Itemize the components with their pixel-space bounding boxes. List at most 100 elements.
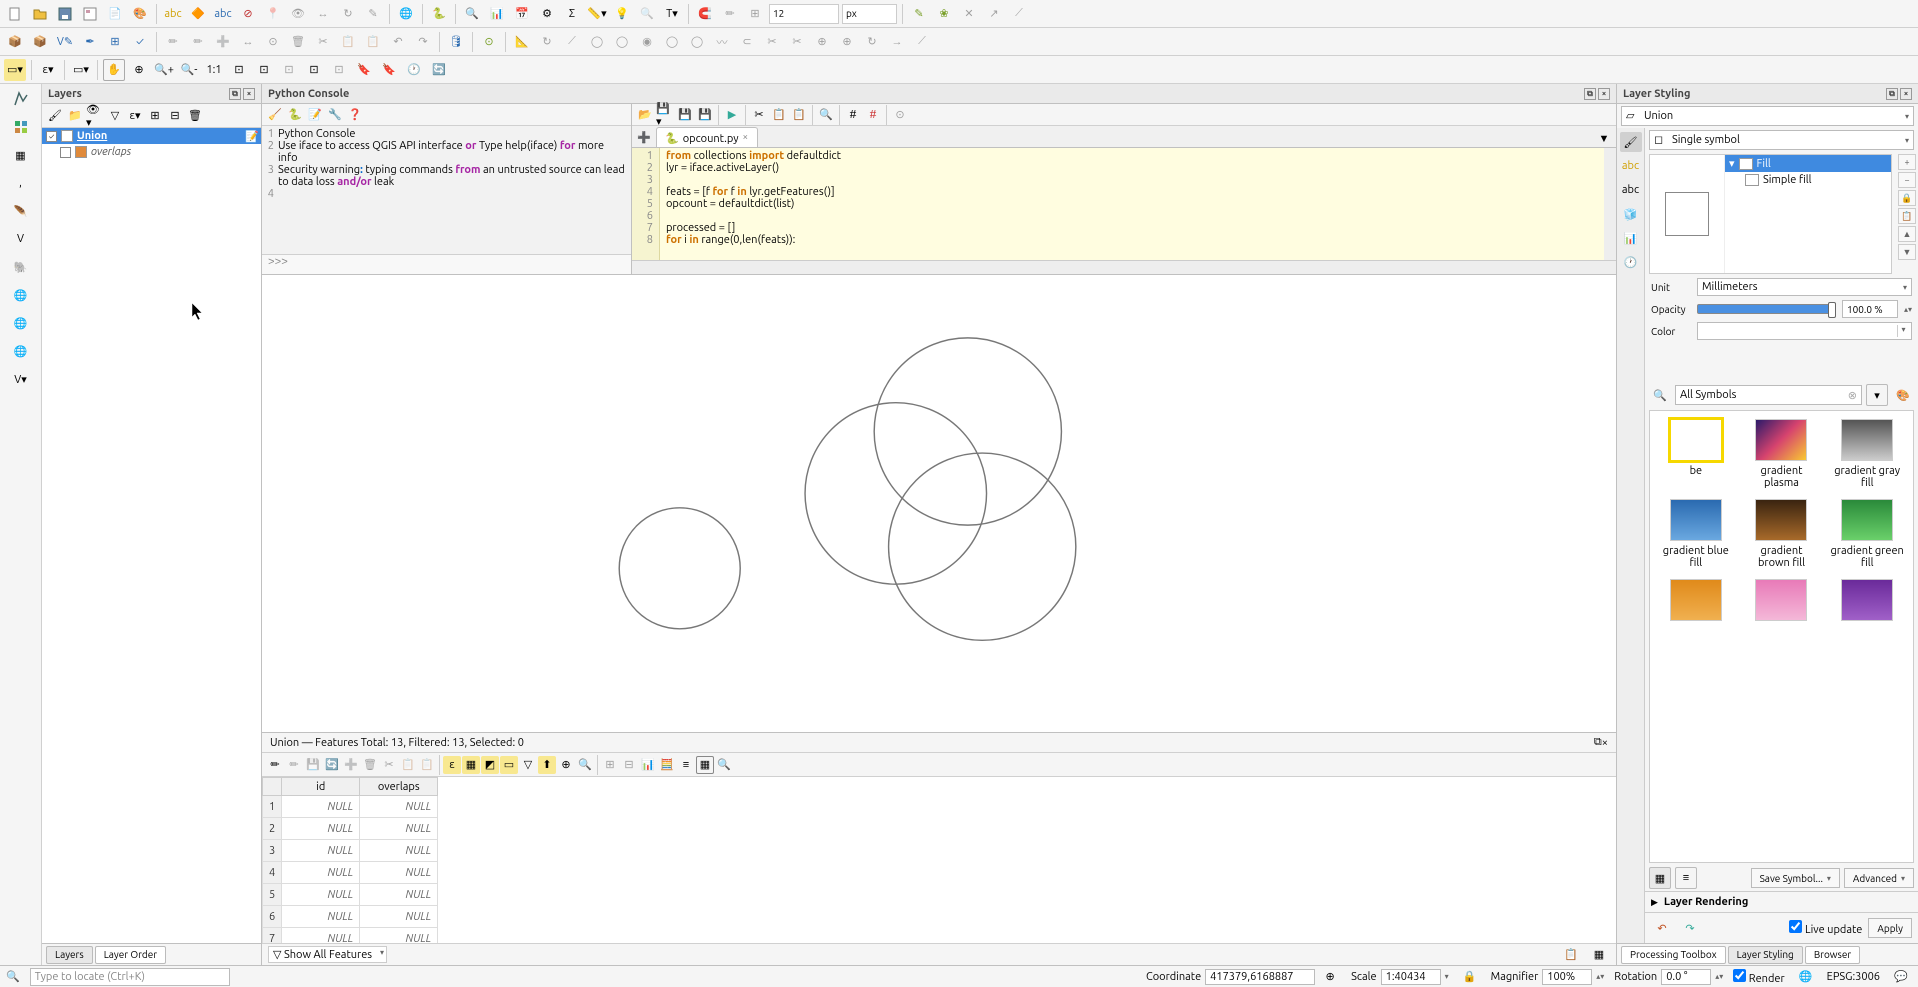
symbol-item[interactable]: gradient green fill xyxy=(1829,499,1905,569)
unit-select[interactable]: Millimeters▾ xyxy=(1697,278,1912,296)
toggle-editing-icon[interactable]: 📦 xyxy=(29,31,51,53)
symbol-tree[interactable]: ▾ Fill Simple fill xyxy=(1649,154,1892,274)
adv-digitize-icon[interactable]: 📐 xyxy=(511,31,533,53)
help-icon[interactable]: ❓ xyxy=(346,106,364,124)
attr-actions-icon[interactable]: ▦ xyxy=(696,756,714,774)
color-picker[interactable]: ▾ xyxy=(1697,322,1912,340)
save-as-icon[interactable]: 💾 xyxy=(696,106,714,124)
new-editor-tab-icon[interactable]: ➕ xyxy=(636,129,652,145)
gear-icon[interactable]: ⚙ xyxy=(536,3,558,25)
deselect-icon[interactable]: ▭▾ xyxy=(70,59,92,81)
attr-invert-sel-icon[interactable]: ◩ xyxy=(481,756,499,774)
pan-icon[interactable]: ✋ xyxy=(103,59,125,81)
editor-hscrollbar[interactable] xyxy=(632,260,1616,274)
wfs-icon[interactable]: 🌐 xyxy=(8,340,34,362)
zoom-full-icon[interactable]: 🔍 xyxy=(461,3,483,25)
gallery-icon-view-icon[interactable]: ▦ xyxy=(1649,867,1671,889)
xyz-icon[interactable]: V▾ xyxy=(8,368,34,390)
symbol-item[interactable]: gradient brown fill xyxy=(1744,499,1820,569)
code-editor[interactable]: 12345678 from collections import default… xyxy=(632,148,1616,260)
zoom-last-icon[interactable]: ⊡ xyxy=(303,59,325,81)
undo-style-icon[interactable]: ↶ xyxy=(1651,917,1673,939)
zoom-native-icon[interactable]: 1:1 xyxy=(203,59,225,81)
editor-tab[interactable]: 🐍 opcount.py × xyxy=(656,127,758,147)
symbol-item[interactable] xyxy=(1744,579,1820,625)
show-bookmarks-icon[interactable]: 🔖 xyxy=(378,59,400,81)
text-annotation-icon[interactable]: T▾ xyxy=(661,3,683,25)
snap-unit-select[interactable]: px xyxy=(842,4,897,24)
select-expr-icon[interactable]: ε▾ xyxy=(37,59,59,81)
tab-processing[interactable]: Processing Toolbox xyxy=(1621,946,1726,964)
symbol-item[interactable]: be xyxy=(1658,419,1734,489)
attr-reload-icon[interactable]: 🔄 xyxy=(323,756,341,774)
locator-input[interactable]: Type to locate (Ctrl+K) xyxy=(30,968,230,986)
layout-manager-icon[interactable] xyxy=(79,3,101,25)
messages-icon[interactable]: 💬 xyxy=(1890,966,1912,987)
label-tool-icon[interactable]: abc xyxy=(162,3,184,25)
attr-desel-icon[interactable]: ▭ xyxy=(500,756,518,774)
cut-script-icon[interactable]: ✂ xyxy=(750,106,768,124)
symbol-item[interactable] xyxy=(1829,579,1905,625)
new-project-icon[interactable] xyxy=(4,3,26,25)
wms-icon[interactable]: 🌐 xyxy=(8,284,34,306)
python-close-icon[interactable]: × xyxy=(1598,88,1610,100)
tab-layers[interactable]: Layers xyxy=(46,946,93,964)
layers-style-icon[interactable]: 🖌 xyxy=(46,107,64,125)
snap-size-input[interactable]: 12 xyxy=(769,4,839,24)
attr-conditional-icon[interactable]: ≡ xyxy=(677,756,695,774)
spatialite-icon[interactable]: 🪶 xyxy=(8,200,34,222)
styling-undock-icon[interactable]: ⧉ xyxy=(1886,88,1898,100)
styling-close-icon[interactable]: × xyxy=(1900,88,1912,100)
raster-layer-icon[interactable] xyxy=(8,116,34,138)
symbol-node-fill[interactable]: ▾ Fill xyxy=(1725,155,1891,172)
check-geom-icon[interactable]: ✓ xyxy=(129,31,151,53)
style-manager-icon[interactable]: 🎨 xyxy=(129,3,151,25)
vector-layer-icon[interactable] xyxy=(8,88,34,110)
symbol-item[interactable] xyxy=(1658,579,1734,625)
crs-value[interactable]: EPSG:3006 xyxy=(1827,971,1880,983)
layers-undock-icon[interactable]: ⧉ xyxy=(229,88,241,100)
coord-value[interactable]: 417379,6168887 xyxy=(1205,969,1315,985)
web-icon[interactable]: 🌐 xyxy=(395,3,417,25)
layers-filter-icon[interactable]: ▽ xyxy=(106,107,124,125)
symbol-item[interactable]: gradient gray fill xyxy=(1829,419,1905,489)
attribute-table[interactable]: idoverlaps1NULLNULL2NULLNULL3NULLNULL4NU… xyxy=(262,777,1616,943)
layers-add-group-icon[interactable]: 📁 xyxy=(66,107,84,125)
attr-form-view-icon[interactable]: 📋 xyxy=(1560,944,1582,966)
add-symbol-layer-icon[interactable]: + xyxy=(1898,154,1916,170)
diagram-icon[interactable]: 🔶 xyxy=(187,3,209,25)
open-script-icon[interactable]: 📂 xyxy=(636,106,654,124)
options-icon[interactable]: 🔧 xyxy=(326,106,344,124)
zoom-out-icon[interactable]: 🔍- xyxy=(178,59,200,81)
symbol-item[interactable]: gradient plasma xyxy=(1744,419,1820,489)
zoom-layer-icon[interactable]: ⊡ xyxy=(253,59,275,81)
symbology-tab-icon[interactable]: 🖌 xyxy=(1620,132,1642,152)
copy-script-icon[interactable]: 📋 xyxy=(770,106,788,124)
python-icon[interactable]: 🐍 xyxy=(428,3,450,25)
layers-collapse-icon[interactable]: ⊟ xyxy=(166,107,184,125)
uncomment-icon[interactable]: # xyxy=(864,106,882,124)
coord-toggle-icon[interactable]: ⊕ xyxy=(1319,966,1341,987)
lock-scale-icon[interactable]: 🔒 xyxy=(1459,966,1481,987)
measure-icon[interactable]: 📏▾ xyxy=(586,3,608,25)
attr-sel-all-icon[interactable]: ▦ xyxy=(462,756,480,774)
layer-item-union[interactable]: ✓ Union 📝 xyxy=(42,128,261,144)
attr-filter-sel-icon[interactable]: ▽ xyxy=(519,756,537,774)
tabs-menu-icon[interactable]: ▼ xyxy=(1596,131,1612,147)
gallery-list-view-icon[interactable]: ≡ xyxy=(1675,867,1697,889)
rotation-value[interactable]: 0.0 ° xyxy=(1661,969,1711,985)
symbol-item[interactable]: gradient blue fill xyxy=(1658,499,1734,569)
edit-feature-icon[interactable]: ✒ xyxy=(79,31,101,53)
wcs-icon[interactable]: 🌐 xyxy=(8,312,34,334)
tips-icon[interactable]: 💡 xyxy=(611,3,633,25)
paste-script-icon[interactable]: 📋 xyxy=(790,106,808,124)
run-script-icon[interactable]: ▶ xyxy=(723,106,741,124)
redo-style-icon[interactable]: ↷ xyxy=(1679,917,1701,939)
select-tool-icon[interactable]: ▭▾ xyxy=(4,59,26,81)
avoid-intersect-icon[interactable]: ❀ xyxy=(933,3,955,25)
layers-visibility-icon[interactable]: 👁▾ xyxy=(86,107,104,125)
editor-scrollbar[interactable] xyxy=(1604,148,1616,260)
delimited-text-icon[interactable]: , xyxy=(8,172,34,194)
attr-sel-expr-icon[interactable]: ε xyxy=(443,756,461,774)
attr-table-view-icon[interactable]: ▦ xyxy=(1588,944,1610,966)
